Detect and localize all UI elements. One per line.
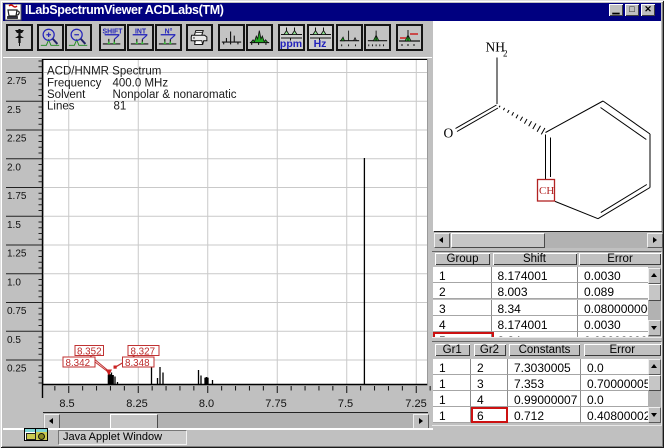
svg-text:ppm: ppm xyxy=(280,38,302,49)
svg-text:0.75: 0.75 xyxy=(7,306,27,317)
svg-text:CH: CH xyxy=(539,185,554,197)
svg-text:O: O xyxy=(444,126,454,141)
svg-text:8.327: 8.327 xyxy=(131,346,156,357)
svg-text:7.5: 7.5 xyxy=(338,398,353,410)
svg-text:8.342: 8.342 xyxy=(66,358,91,369)
svg-text:2.5: 2.5 xyxy=(7,105,21,116)
svg-text:7.25: 7.25 xyxy=(405,398,426,410)
svg-text:1.0: 1.0 xyxy=(7,277,21,288)
svg-text:Solvent: Solvent xyxy=(47,89,86,101)
svg-text:1.5: 1.5 xyxy=(7,220,21,231)
svg-text:8.25: 8.25 xyxy=(126,398,147,410)
svg-text:1.25: 1.25 xyxy=(7,249,27,260)
svg-text:Nonpolar & nonaromatic: Nonpolar & nonaromatic xyxy=(113,89,237,101)
svg-text:8.5: 8.5 xyxy=(59,398,74,410)
svg-text:8.0: 8.0 xyxy=(199,398,214,410)
svg-text:Hz: Hz xyxy=(314,38,327,49)
svg-text:2.0: 2.0 xyxy=(7,162,21,173)
svg-text:1.75: 1.75 xyxy=(7,191,27,202)
svg-text:2.25: 2.25 xyxy=(7,134,27,145)
svg-text:ACD/HNMR Spectrum: ACD/HNMR Spectrum xyxy=(47,66,161,78)
svg-text:0.25: 0.25 xyxy=(7,364,27,375)
svg-text:Lines: Lines xyxy=(47,101,75,113)
svg-text:2.75: 2.75 xyxy=(7,76,27,87)
svg-text:8.348: 8.348 xyxy=(125,358,150,369)
svg-text:81: 81 xyxy=(114,101,127,113)
svg-text:7.75: 7.75 xyxy=(265,398,286,410)
svg-text:0.5: 0.5 xyxy=(7,335,21,346)
svg-text:8.352: 8.352 xyxy=(77,346,102,357)
svg-text:400.0 MHz: 400.0 MHz xyxy=(113,78,169,90)
svg-text:Frequency: Frequency xyxy=(47,78,102,90)
svg-text:2: 2 xyxy=(503,49,508,59)
